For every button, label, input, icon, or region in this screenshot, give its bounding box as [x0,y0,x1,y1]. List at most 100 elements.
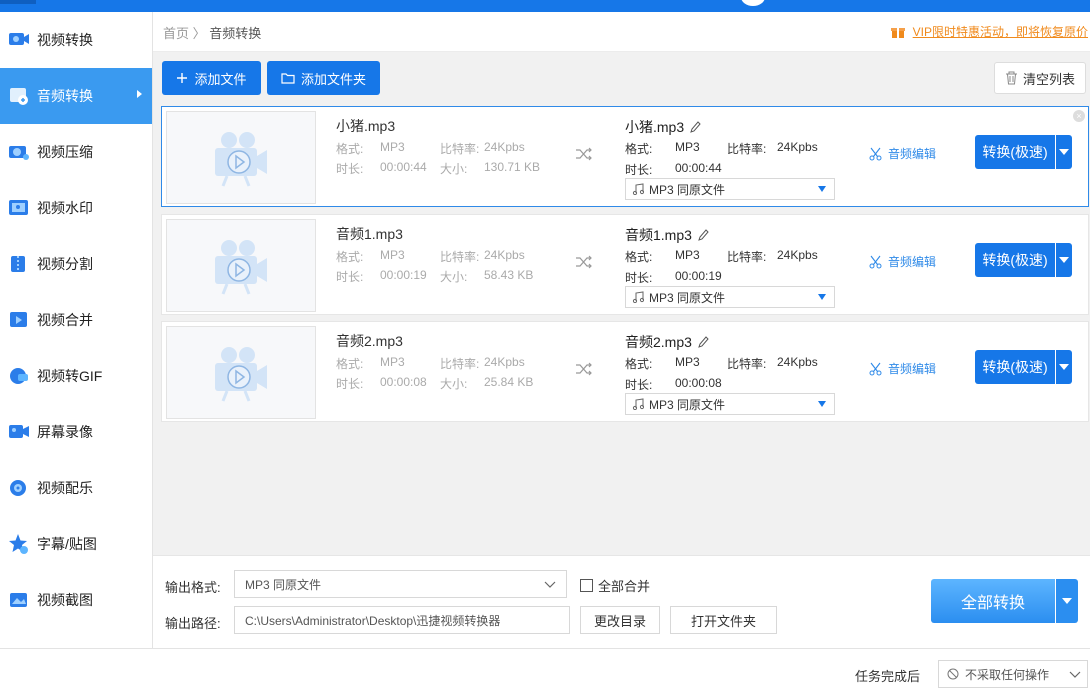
audio-edit-label: 音频编辑 [888,147,937,161]
sidebar-item-label: 字幕/贴图 [37,536,97,552]
pencil-icon[interactable] [698,336,709,348]
add-file-button[interactable]: 添加文件 [162,61,261,95]
vip-promo-link[interactable]: VIP限时特惠活动，即将恢复原价 [890,23,1088,40]
source-file-name: 音频2.mp3 [336,333,403,349]
sidebar-item-label: 屏幕录像 [37,424,93,440]
pencil-icon[interactable] [690,121,701,133]
sidebar-item-screen-record[interactable]: 屏幕录像 [0,404,152,460]
sidebar-item-video-screenshot[interactable]: 视频截图 [0,572,152,628]
convert-all-button[interactable]: 全部转换 [931,579,1055,623]
audio-edit-link[interactable]: 音频编辑 [869,360,936,377]
output-file-name-text: 音频2.mp3 [625,334,692,350]
sidebar-item-video-gif[interactable]: 视频转GIF [0,348,152,404]
video-music-icon [8,477,30,499]
sidebar-item-video-compress[interactable]: 视频压缩 [0,124,152,180]
sidebar: 视频转换 音频转换 视频压缩 视频水印 视频分割 视频合并 视频转GIF 屏幕录… [0,12,153,648]
output-format-select-value: MP3 同原文件 [649,290,726,305]
sidebar-item-label: 视频水印 [37,200,93,216]
output-format-select[interactable]: MP3 同原文件 [625,286,835,308]
out-bitrate-label: 比特率: [727,250,767,264]
file-row[interactable]: 音频1.mp3 格式: MP3 比特率: 24Kpbs 时长: 00:00:19… [161,214,1089,315]
remove-file-icon[interactable]: × [1073,110,1085,122]
clear-list-button[interactable]: 清空列表 [994,62,1086,94]
output-file-name-text: 音频1.mp3 [625,227,692,243]
audio-edit-link[interactable]: 音频编辑 [869,145,936,162]
output-file-name-text: 小猪.mp3 [625,119,685,135]
bitrate-value: 24Kpbs [484,355,525,369]
sidebar-item-video-convert[interactable]: 视频转换 [0,12,152,68]
format-label: 格式: [336,250,364,264]
ban-icon [947,668,959,680]
format-value: MP3 [380,140,405,154]
sidebar-item-label: 音频转换 [37,88,93,104]
vip-promo-text: VIP限时特惠活动，即将恢复原价 [912,25,1088,39]
sidebar-item-video-merge[interactable]: 视频合并 [0,292,152,348]
output-format-value: MP3 同原文件 [245,577,322,592]
duration-value: 00:00:44 [380,160,427,174]
audio-edit-label: 音频编辑 [888,255,937,269]
dropdown-triangle-icon [818,186,826,192]
file-row[interactable]: 小猪.mp3 格式: MP3 比特率: 24Kpbs 时长: 00:00:44 … [161,106,1089,207]
sidebar-item-label: 视频配乐 [37,480,93,496]
out-bitrate-value: 24Kpbs [777,140,818,154]
output-file-name[interactable]: 小猪.mp3 [625,117,701,137]
size-label: 大小: [440,270,468,284]
output-file-name[interactable]: 音频2.mp3 [625,332,709,352]
open-folder-button[interactable]: 打开文件夹 [670,606,777,634]
bitrate-label: 比特率: [440,250,480,264]
file-row[interactable]: 音频2.mp3 格式: MP3 比特率: 24Kpbs 时长: 00:00:08… [161,321,1089,422]
duration-label: 时长: [336,270,364,284]
video-camera-play-icon [215,346,267,402]
change-directory-button[interactable]: 更改目录 [580,606,660,634]
output-file-name[interactable]: 音频1.mp3 [625,225,709,245]
sidebar-item-audio-convert[interactable]: 音频转换 [0,68,152,124]
after-completion-dropdown[interactable]: 不采取任何操作 [938,660,1088,688]
add-folder-button[interactable]: 添加文件夹 [267,61,380,95]
main-panel: 首页 〉 音频转换 VIP限时特惠活动，即将恢复原价 添加文件 添加文件夹 清空… [153,12,1090,648]
convert-button[interactable]: 转换(极速) [975,243,1055,277]
breadcrumb-home[interactable]: 首页 [163,26,189,41]
pencil-icon[interactable] [698,229,709,241]
video-camera-play-icon [215,239,267,295]
audio-edit-link[interactable]: 音频编辑 [869,253,936,270]
video-camera-play-icon [215,131,267,187]
out-duration-value: 00:00:19 [675,269,722,283]
convert-dropdown-button[interactable] [1056,135,1072,169]
music-note-icon [632,291,644,303]
size-value: 58.43 KB [484,268,534,282]
convert-button[interactable]: 转换(极速) [975,350,1055,384]
out-duration-value: 00:00:44 [675,161,722,175]
merge-all-checkbox[interactable]: 全部合并 [580,576,650,595]
video-split-icon [8,253,30,275]
output-format-dropdown[interactable]: MP3 同原文件 [234,570,567,598]
source-file-name: 小猪.mp3 [336,118,396,134]
sidebar-item-subtitle-sticker[interactable]: 字幕/贴图 [0,516,152,572]
convert-dropdown-button[interactable] [1056,243,1072,277]
convert-all-dropdown-button[interactable] [1056,579,1078,623]
checkbox-box [580,579,593,592]
output-format-select[interactable]: MP3 同原文件 [625,178,835,200]
sidebar-item-video-watermark[interactable]: 视频水印 [0,180,152,236]
convert-dropdown-button[interactable] [1056,350,1072,384]
output-format-select[interactable]: MP3 同原文件 [625,393,835,415]
audio-convert-icon [8,85,30,107]
video-watermark-icon [8,197,30,219]
video-merge-icon [8,309,30,331]
scissors-icon [869,147,882,160]
sidebar-item-video-split[interactable]: 视频分割 [0,236,152,292]
output-format-select-value: MP3 同原文件 [649,397,726,412]
video-compress-icon [8,141,30,163]
sidebar-item-video-music[interactable]: 视频配乐 [0,460,152,516]
window-corner [0,0,36,4]
output-path-field[interactable]: C:\Users\Administrator\Desktop\迅捷视频转换器 [234,606,570,634]
chevron-down-icon [544,581,556,588]
chevron-down-icon [1069,671,1081,678]
convert-button[interactable]: 转换(极速) [975,135,1055,169]
merge-all-label: 全部合并 [598,579,651,594]
folder-icon [281,73,295,84]
out-bitrate-value: 24Kpbs [777,248,818,262]
size-label: 大小: [440,377,468,391]
sidebar-item-label: 视频转换 [37,32,93,48]
music-note-icon [632,398,644,410]
shuffle-icon [576,362,592,376]
